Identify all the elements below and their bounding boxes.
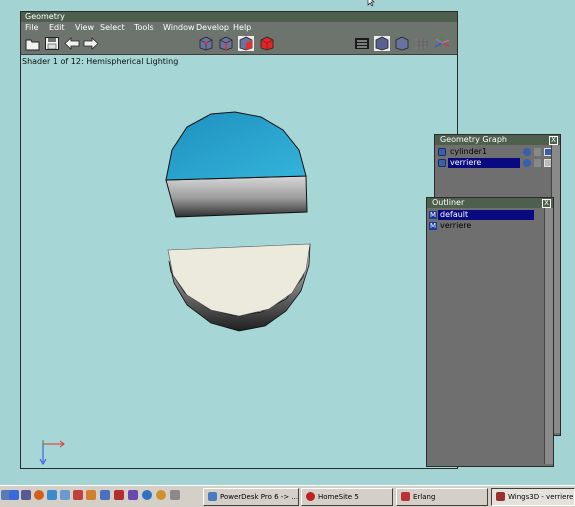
smooth-shaded-icon[interactable] bbox=[394, 36, 410, 51]
outliner-row-label: verriere bbox=[440, 221, 472, 230]
menu-select[interactable]: Select bbox=[100, 22, 125, 33]
taskbar-button-erlang[interactable]: Erlang bbox=[396, 488, 488, 506]
open-icon[interactable] bbox=[25, 36, 41, 51]
wireframe-icon[interactable] bbox=[374, 36, 390, 51]
menu-file[interactable]: File bbox=[25, 22, 38, 33]
menu-edit[interactable]: Edit bbox=[49, 22, 65, 33]
ql-icon-2[interactable] bbox=[9, 490, 19, 500]
menu-window[interactable]: Window bbox=[163, 22, 195, 33]
undo-arrow-icon[interactable] bbox=[64, 36, 80, 51]
geometry-viewport[interactable]: Shader 1 of 12: Hemispherical Lighting bbox=[21, 55, 457, 467]
taskbar-button-powerdesk[interactable]: PowerDesk Pro 6 -> ... bbox=[203, 488, 299, 506]
geometry-toolbar bbox=[21, 33, 457, 55]
material-icon: M bbox=[429, 211, 437, 219]
ql-icon-8[interactable] bbox=[86, 490, 96, 500]
menu-tools[interactable]: Tools bbox=[134, 22, 154, 33]
graph-row-label: cylinder1 bbox=[450, 147, 488, 156]
ql-icon-13[interactable] bbox=[156, 490, 166, 500]
body-select-icon[interactable] bbox=[259, 36, 275, 51]
visibility-icon[interactable] bbox=[523, 148, 531, 156]
mouse-cursor-icon bbox=[367, 0, 375, 7]
geometry-menubar: File Edit View Select Tools Window Devel… bbox=[21, 22, 457, 33]
vertex-select-icon[interactable] bbox=[198, 36, 214, 51]
erlang-icon bbox=[401, 492, 410, 501]
geometry-graph-title: Geometry Graph bbox=[440, 135, 507, 144]
taskbar: PowerDesk Pro 6 -> ... HomeSite 5 Erlang… bbox=[0, 485, 575, 507]
task-label: PowerDesk Pro 6 -> ... bbox=[220, 493, 299, 501]
cylinder-bowl[interactable] bbox=[167, 243, 311, 332]
outliner-row-label: default bbox=[438, 210, 534, 220]
outliner-row-verriere[interactable]: M verriere bbox=[427, 221, 552, 231]
grid-icon[interactable] bbox=[414, 36, 430, 51]
menu-develop[interactable]: Develop bbox=[196, 22, 229, 33]
menu-help[interactable]: Help bbox=[233, 22, 251, 33]
ql-icon-5[interactable] bbox=[47, 490, 57, 500]
task-label: Erlang bbox=[413, 493, 436, 501]
object-icon bbox=[438, 159, 446, 167]
outliner-scrollbar[interactable] bbox=[544, 208, 553, 464]
lock-icon[interactable] bbox=[534, 148, 541, 156]
ql-icon-14[interactable] bbox=[170, 490, 180, 500]
geometry-window: Geometry File Edit View Select Tools Win… bbox=[20, 11, 458, 469]
menu-view[interactable]: View bbox=[75, 22, 94, 33]
save-icon[interactable] bbox=[44, 36, 60, 51]
scene-render bbox=[39, 111, 311, 465]
outliner-title-bar[interactable]: Outliner X bbox=[427, 198, 553, 208]
outliner-title: Outliner bbox=[432, 198, 465, 207]
close-icon[interactable]: X bbox=[549, 136, 558, 145]
outliner-window: Outliner X M default M verriere bbox=[426, 197, 554, 467]
graph-row-cylinder1[interactable]: cylinder1 bbox=[435, 147, 559, 157]
geometry-title-bar[interactable]: Geometry bbox=[21, 12, 457, 22]
ql-icon-11[interactable] bbox=[128, 490, 138, 500]
ql-icon-6[interactable] bbox=[60, 490, 70, 500]
lock-icon[interactable] bbox=[534, 159, 541, 167]
task-label: Wings3D - verriere.wi... bbox=[508, 493, 574, 501]
redo-arrow-icon[interactable] bbox=[83, 36, 99, 51]
taskbar-button-wings3d[interactable]: Wings3D - verriere.wi... bbox=[491, 488, 575, 506]
ql-icon-4[interactable] bbox=[34, 490, 44, 500]
taskbar-button-homesite[interactable]: HomeSite 5 bbox=[301, 488, 393, 506]
powerdesk-icon bbox=[208, 492, 217, 501]
task-label: HomeSite 5 bbox=[318, 493, 359, 501]
axes-icon[interactable] bbox=[434, 36, 450, 51]
graph-row-verriere[interactable]: verriere bbox=[435, 158, 559, 168]
ql-icon-10[interactable] bbox=[114, 490, 124, 500]
geometry-title: Geometry bbox=[25, 12, 65, 21]
graph-row-label: verriere bbox=[448, 158, 520, 168]
object-icon bbox=[438, 148, 446, 156]
edge-select-icon[interactable] bbox=[218, 36, 234, 51]
axis-gizmo bbox=[39, 440, 65, 465]
ql-icon-7[interactable] bbox=[73, 490, 83, 500]
ql-icon-3[interactable] bbox=[21, 490, 31, 500]
wings3d-icon bbox=[496, 492, 505, 501]
groundplane-icon[interactable] bbox=[354, 36, 370, 51]
face-select-icon[interactable] bbox=[238, 36, 254, 51]
geometry-graph-title-bar[interactable]: Geometry Graph X bbox=[435, 135, 560, 145]
outliner-row-default[interactable]: M default bbox=[427, 210, 552, 220]
ql-icon-12[interactable] bbox=[142, 490, 152, 500]
close-icon[interactable]: X bbox=[542, 199, 551, 208]
verriere-dome[interactable] bbox=[165, 111, 308, 218]
material-icon: M bbox=[429, 222, 437, 230]
homesite-icon bbox=[306, 492, 315, 501]
visibility-icon[interactable] bbox=[523, 159, 531, 167]
ql-icon-9[interactable] bbox=[100, 490, 110, 500]
